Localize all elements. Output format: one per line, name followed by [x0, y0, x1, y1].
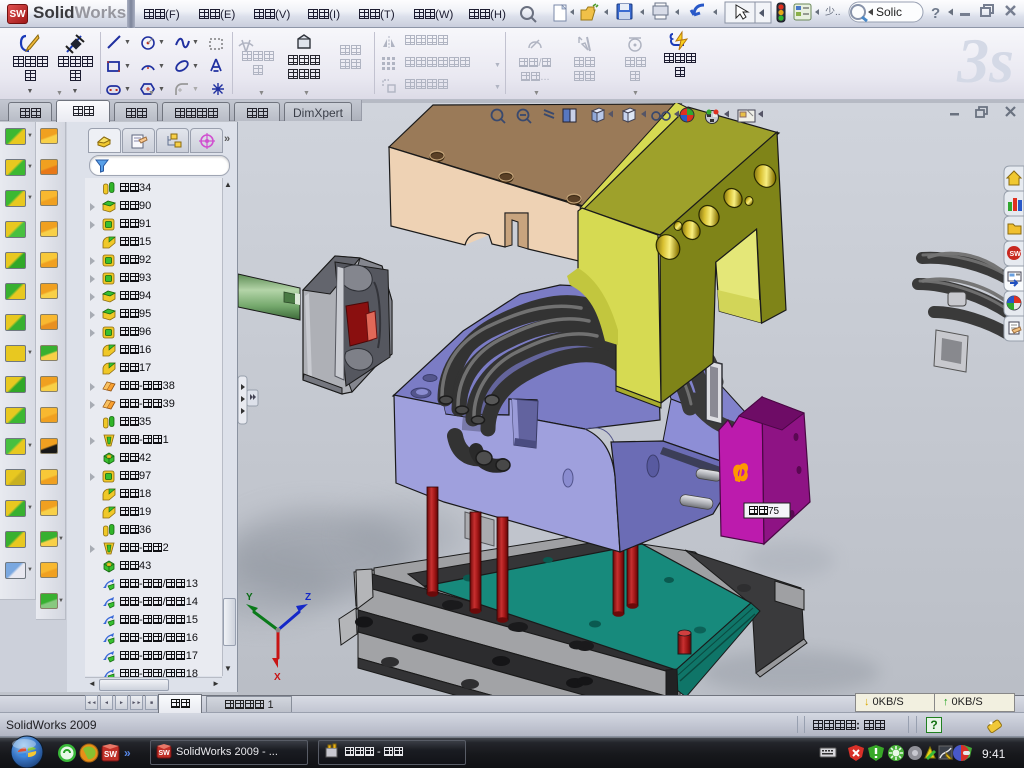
svg-text:SW: SW	[104, 750, 117, 759]
svg-text:少..: 少..	[825, 6, 841, 18]
svg-text:Z: Z	[305, 592, 311, 603]
svg-text:Y: Y	[246, 592, 253, 603]
svg-text:X: X	[274, 672, 281, 683]
svg-text:Solic: Solic	[876, 5, 902, 19]
svg-text:»: »	[124, 746, 131, 760]
svg-text:?: ?	[931, 5, 940, 22]
svg-text:SW: SW	[1010, 251, 1022, 258]
svg-text:SW: SW	[159, 750, 171, 757]
